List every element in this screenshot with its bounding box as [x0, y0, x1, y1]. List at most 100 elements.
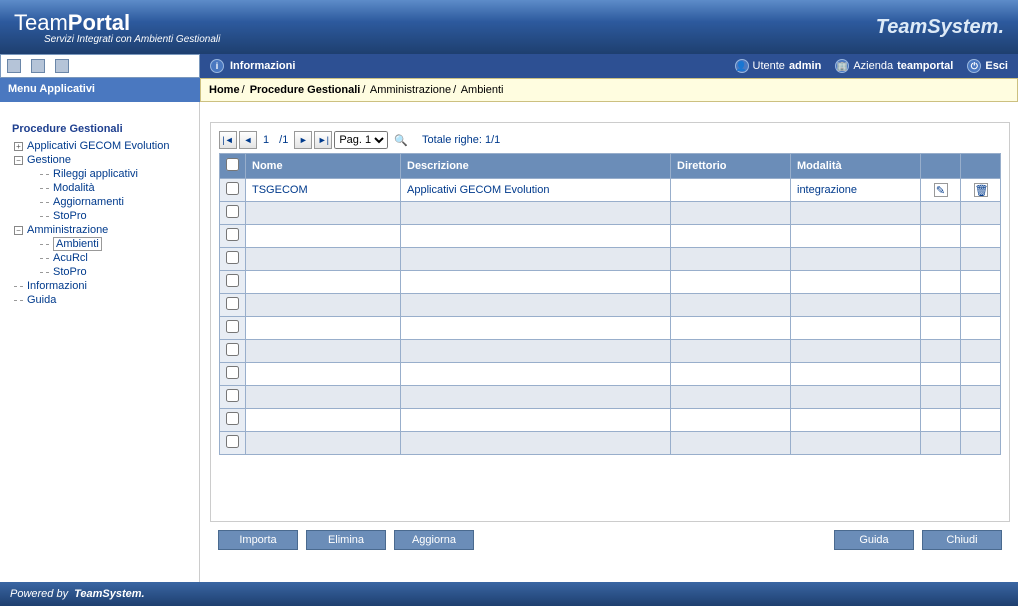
pager-next-button[interactable]: ►	[294, 131, 312, 149]
exit-link[interactable]: ⏻ Esci	[967, 59, 1008, 73]
table-row-empty	[220, 432, 1001, 455]
chiudi-button[interactable]: Chiudi	[922, 530, 1002, 550]
row-checkbox[interactable]	[226, 366, 239, 379]
table-row-empty	[220, 409, 1001, 432]
row-checkbox[interactable]	[226, 205, 239, 218]
pager-select[interactable]: Pag. 1	[334, 131, 388, 149]
elimina-button[interactable]: Elimina	[306, 530, 386, 550]
cell-direttorio	[671, 179, 791, 202]
search-icon[interactable]: 🔍	[394, 134, 408, 147]
pager-prev-button[interactable]: ◄	[239, 131, 257, 149]
breadcrumb-home[interactable]: Home	[209, 84, 240, 96]
company-name: teamportal	[897, 60, 953, 72]
toolbar-icon-1[interactable]	[7, 59, 21, 73]
sidebar-link[interactable]: Ambienti	[53, 237, 102, 251]
company-icon: 🏢	[835, 59, 849, 73]
sidebar-item[interactable]: Rileggi applicativi	[8, 167, 191, 181]
toolbar-icon-3[interactable]	[55, 59, 69, 73]
pager-page: 1	[259, 134, 273, 146]
row-checkbox[interactable]	[226, 435, 239, 448]
sidebar-item[interactable]: StoPro	[8, 265, 191, 279]
delete-icon[interactable]: 🗑	[974, 183, 988, 197]
pager-last-button[interactable]: ►|	[314, 131, 332, 149]
select-all-checkbox[interactable]	[226, 158, 239, 171]
brand-subtitle: Servizi Integrati con Ambienti Gestional…	[14, 34, 220, 45]
topbar-info: Informazioni	[230, 60, 295, 72]
col-modalita[interactable]: Modalità	[791, 154, 921, 179]
importa-button[interactable]: Importa	[218, 530, 298, 550]
sidebar-item[interactable]: Informazioni	[8, 279, 191, 293]
sidebar-link[interactable]: Aggiornamenti	[53, 196, 124, 208]
sidebar-item[interactable]: + Applicativi GECOM Evolution	[8, 139, 191, 153]
sidebar-item[interactable]: StoPro	[8, 209, 191, 223]
toolbar-left	[0, 54, 200, 78]
sidebar-link[interactable]: AcuRcl	[53, 252, 88, 264]
row-checkbox[interactable]	[226, 182, 239, 195]
sidebar-item[interactable]: −Amministrazione	[8, 223, 191, 237]
table-row-empty	[220, 317, 1001, 340]
leaf-icon	[40, 258, 49, 259]
button-row: Importa Elimina Aggiorna Guida Chiudi	[210, 530, 1010, 550]
leaf-icon	[40, 216, 49, 217]
sidebar-item[interactable]: AcuRcl	[8, 251, 191, 265]
leaf-icon	[40, 244, 49, 245]
sidebar-link[interactable]: Gestione	[27, 154, 71, 166]
sidebar-link[interactable]: Guida	[27, 294, 56, 306]
sidebar-link[interactable]: StoPro	[53, 266, 87, 278]
row-checkbox[interactable]	[226, 343, 239, 356]
breadcrumb-p3: Ambienti	[461, 84, 504, 96]
user-icon: 👤	[735, 59, 749, 73]
sidebar-item[interactable]: Ambienti	[8, 237, 191, 251]
row-checkbox[interactable]	[226, 274, 239, 287]
row-checkbox[interactable]	[226, 251, 239, 264]
sidebar-link[interactable]: Applicativi GECOM Evolution	[27, 140, 169, 152]
sidebar-link[interactable]: Amministrazione	[27, 224, 108, 236]
breadcrumb-p1[interactable]: Procedure Gestionali	[250, 84, 361, 96]
header-bar: TeamPortal Servizi Integrati con Ambient…	[0, 0, 1018, 54]
sidebar-item[interactable]: Aggiornamenti	[8, 195, 191, 209]
grid: Nome Descrizione Direttorio Modalità TSG…	[219, 153, 1001, 455]
sidebar-item[interactable]: Modalità	[8, 181, 191, 195]
pager-total: Totale righe: 1/1	[422, 134, 500, 146]
row-checkbox[interactable]	[226, 412, 239, 425]
menu-title: Menu Applicativi	[0, 78, 200, 102]
table-row-empty	[220, 386, 1001, 409]
leaf-icon	[14, 286, 23, 287]
power-icon: ⏻	[967, 59, 981, 73]
panel: |◄ ◄ 1 /1 ► ►| Pag. 1 🔍 Totale righe: 1/…	[210, 122, 1010, 522]
row-checkbox[interactable]	[226, 320, 239, 333]
col-nome[interactable]: Nome	[246, 154, 401, 179]
collapse-icon[interactable]: −	[14, 226, 23, 235]
row-checkbox[interactable]	[226, 297, 239, 310]
guida-button[interactable]: Guida	[834, 530, 914, 550]
user-name: admin	[789, 60, 821, 72]
pager: |◄ ◄ 1 /1 ► ►| Pag. 1 🔍 Totale righe: 1/…	[219, 131, 1001, 149]
col-delete	[961, 154, 1001, 179]
brand-left-a: Team	[14, 10, 68, 35]
edit-icon[interactable]: ✎	[934, 183, 948, 197]
aggiorna-button[interactable]: Aggiorna	[394, 530, 474, 550]
pager-first-button[interactable]: |◄	[219, 131, 237, 149]
collapse-icon[interactable]: −	[14, 156, 23, 165]
row-checkbox[interactable]	[226, 228, 239, 241]
brand-left-b: Portal	[68, 10, 130, 35]
table-row-empty	[220, 225, 1001, 248]
info-icon: i	[210, 59, 224, 73]
col-direttorio[interactable]: Direttorio	[671, 154, 791, 179]
sidebar-link[interactable]: Rileggi applicativi	[53, 168, 138, 180]
expand-icon[interactable]: +	[14, 142, 23, 151]
sidebar-link[interactable]: StoPro	[53, 210, 87, 222]
logo-left: TeamPortal Servizi Integrati con Ambient…	[14, 10, 220, 45]
leaf-icon	[40, 202, 49, 203]
table-row[interactable]: TSGECOMApplicativi GECOM Evolutionintegr…	[220, 179, 1001, 202]
leaf-icon	[40, 188, 49, 189]
row-checkbox[interactable]	[226, 389, 239, 402]
sidebar-link[interactable]: Informazioni	[27, 280, 87, 292]
col-descrizione[interactable]: Descrizione	[401, 154, 671, 179]
footer-powered: Powered by	[10, 588, 68, 600]
toolbar-icon-2[interactable]	[31, 59, 45, 73]
sidebar-item[interactable]: −Gestione	[8, 153, 191, 167]
sidebar-item[interactable]: Guida	[8, 293, 191, 307]
pager-pages: 1	[282, 134, 288, 146]
sidebar-link[interactable]: Modalità	[53, 182, 95, 194]
